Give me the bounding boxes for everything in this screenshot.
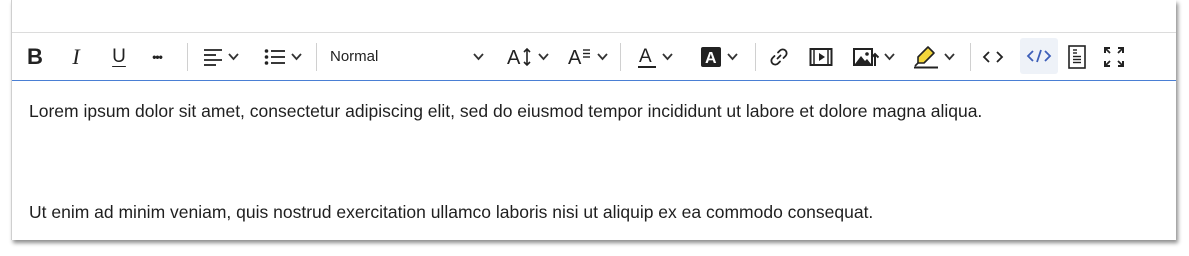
chevron-down-icon — [291, 52, 302, 60]
chevron-down-icon — [884, 52, 895, 60]
underline-button[interactable]: U — [105, 33, 133, 80]
font-color-icon: A — [638, 46, 656, 68]
inline-code-icon — [982, 50, 1004, 63]
more-icon: ••• — [152, 49, 163, 64]
video-icon — [809, 47, 833, 66]
font-color-dropdown[interactable]: A — [630, 33, 680, 80]
paragraph[interactable]: Lorem ipsum dolor sit amet, consectetur … — [29, 100, 982, 122]
italic-icon: I — [72, 43, 80, 69]
document-icon — [1068, 44, 1086, 69]
code-view-button[interactable] — [1020, 38, 1058, 74]
bold-icon: B — [27, 43, 43, 69]
bold-button[interactable]: B — [20, 33, 50, 80]
chevron-down-icon — [944, 52, 955, 60]
chevron-down-icon — [662, 52, 673, 60]
chevron-down-icon — [727, 52, 738, 60]
svg-text:A: A — [568, 47, 582, 68]
svg-text:A: A — [507, 47, 521, 68]
align-left-icon — [204, 48, 222, 66]
code-view-icon — [1026, 49, 1052, 63]
editor-toolbar: B I U ••• Normal A A A A — [12, 32, 1176, 81]
paragraph-format-dropdown[interactable]: Normal — [330, 33, 486, 80]
toolbar-separator — [316, 43, 317, 71]
chevron-down-icon — [228, 52, 239, 60]
fullscreen-icon — [1104, 46, 1124, 67]
highlight-dropdown[interactable] — [905, 33, 963, 80]
align-dropdown[interactable] — [195, 33, 247, 80]
text-style-dropdown[interactable]: A — [562, 33, 614, 80]
chevron-down-icon — [597, 52, 608, 60]
svg-text:A: A — [639, 46, 652, 67]
editor-content[interactable]: Lorem ipsum dolor sit amet, consectetur … — [12, 80, 1176, 240]
toolbar-separator — [970, 43, 971, 71]
rich-text-editor: B I U ••• Normal A A A A Lorem ipsum dol… — [11, 0, 1176, 240]
link-icon — [770, 47, 788, 66]
svg-text:A: A — [705, 50, 717, 67]
list-icon — [264, 48, 285, 65]
text-style-icon: A — [568, 47, 590, 68]
paragraph-format-label: Normal — [330, 48, 379, 65]
toolbar-separator — [187, 43, 188, 71]
list-dropdown[interactable] — [257, 33, 309, 80]
underline-icon: U — [112, 45, 126, 67]
font-size-dropdown[interactable]: A — [502, 33, 554, 80]
background-color-dropdown[interactable]: A — [690, 33, 748, 80]
inline-code-button[interactable] — [973, 33, 1013, 80]
more-button[interactable]: ••• — [142, 33, 172, 80]
background-color-icon: A — [701, 46, 721, 67]
insert-image-dropdown[interactable] — [845, 33, 903, 80]
highlight-icon — [914, 45, 938, 68]
font-size-icon: A — [507, 47, 531, 68]
document-button[interactable] — [1062, 33, 1092, 80]
link-button[interactable] — [763, 33, 795, 80]
paragraph[interactable]: Ut enim ad minim veniam, quis nostrud ex… — [29, 201, 873, 223]
toolbar-separator — [620, 43, 621, 71]
italic-button[interactable]: I — [62, 33, 90, 80]
chevron-down-icon — [473, 52, 484, 60]
fullscreen-button[interactable] — [1097, 33, 1131, 80]
chevron-down-icon — [538, 52, 549, 60]
insert-video-button[interactable] — [805, 33, 837, 80]
toolbar-separator — [755, 43, 756, 71]
image-icon — [853, 47, 879, 66]
